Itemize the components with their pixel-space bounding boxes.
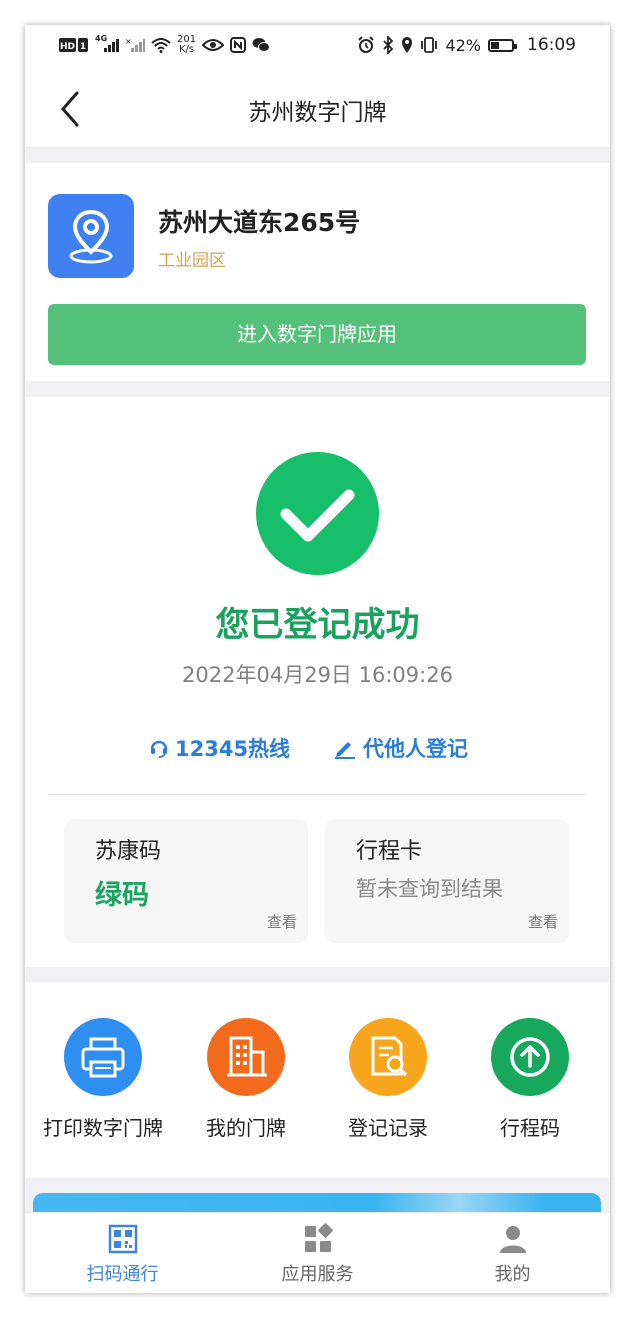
battery-fill <box>491 41 499 49</box>
trip-card[interactable]: 行程卡 暂未查询到结果 查看 <box>325 819 569 943</box>
status-right: 42% 16:09 <box>357 35 576 55</box>
headset-icon <box>150 740 168 758</box>
service-label: 我的门牌 <box>206 1116 286 1140</box>
tab-scan-pass[interactable]: 扫码通行 <box>25 1213 220 1293</box>
registration-card: 您已登记成功 2022年04月29日 16:09:26 12345热线 代他人登… <box>25 397 610 967</box>
health-code-value: 绿码 <box>95 880 149 911</box>
bottom-tab-bar: 扫码通行 应用服务 我的 <box>25 1212 610 1293</box>
service-label: 打印数字门牌 <box>43 1116 163 1140</box>
address-zone: 工业园区 <box>158 251 226 271</box>
alarm-icon <box>357 36 375 54</box>
upload-arrow-icon <box>491 1018 569 1096</box>
svg-text:1: 1 <box>80 42 86 52</box>
apps-grid-icon <box>302 1223 334 1255</box>
service-label: 登记记录 <box>348 1116 428 1140</box>
health-code-title: 苏康码 <box>95 839 162 864</box>
phone-screen: HD 1 4G × 201 K/s 42% 16:09 苏州数字门牌 苏州大道东… <box>25 25 610 1293</box>
address-card: 苏州大道东265号 工业园区 进入数字门牌应用 <box>25 163 610 381</box>
nfc-icon <box>230 37 247 53</box>
eye-icon <box>202 38 225 52</box>
service-records[interactable]: 登记记录 <box>318 1018 458 1148</box>
speed-unit: K/s <box>178 44 195 55</box>
trip-card-title: 行程卡 <box>356 839 423 864</box>
status-bar: HD 1 4G × 201 K/s 42% 16:09 <box>25 25 610 69</box>
health-code-card[interactable]: 苏康码 绿码 查看 <box>64 819 308 943</box>
document-search-icon <box>349 1018 427 1096</box>
enter-app-button[interactable]: 进入数字门牌应用 <box>48 304 586 365</box>
service-my-plate[interactable]: 我的门牌 <box>176 1018 316 1148</box>
svg-text:HD: HD <box>60 42 75 52</box>
pencil-icon <box>335 742 355 759</box>
divider <box>48 794 586 795</box>
user-icon <box>497 1223 529 1255</box>
network-speed: 201 K/s <box>177 35 196 55</box>
health-code-view-link[interactable]: 查看 <box>267 911 297 932</box>
registration-timestamp: 2022年04月29日 16:09:26 <box>182 663 453 687</box>
action-links: 12345热线 代他人登记 <box>25 733 610 767</box>
tab-label: 扫码通行 <box>86 1264 159 1285</box>
page-title: 苏州数字门牌 <box>248 100 387 126</box>
address-name: 苏州大道东265号 <box>158 208 361 237</box>
tab-label: 应用服务 <box>281 1264 354 1285</box>
hd-badge-icon: HD 1 <box>59 37 89 53</box>
trip-card-value: 暂未查询到结果 <box>356 877 503 901</box>
network-type-label: 4G <box>95 34 108 43</box>
clock: 16:09 <box>527 35 576 55</box>
success-message: 您已登记成功 <box>215 605 420 645</box>
battery-percent: 42% <box>445 35 481 55</box>
success-check-icon <box>256 452 379 575</box>
svg-text:×: × <box>125 37 132 46</box>
service-print-plate[interactable]: 打印数字门牌 <box>33 1018 173 1148</box>
cell-signal-icon: 4G <box>95 34 119 53</box>
tab-label: 我的 <box>494 1264 531 1285</box>
hotline-link[interactable]: 12345热线 <box>149 733 290 763</box>
register-other-label: 代他人登记 <box>363 737 468 761</box>
building-icon <box>207 1018 285 1096</box>
bluetooth-icon <box>382 36 394 54</box>
wechat-icon <box>252 37 271 53</box>
trip-card-view-link[interactable]: 查看 <box>528 911 558 932</box>
location-icon <box>401 36 413 54</box>
hotline-label: 12345热线 <box>175 737 291 761</box>
wifi-icon <box>151 37 171 53</box>
register-other-link[interactable]: 代他人登记 <box>333 733 468 763</box>
status-left: HD 1 4G × 201 K/s <box>59 34 271 55</box>
services-row: 打印数字门牌 我的门牌 登记记录 行程码 <box>25 982 610 1178</box>
service-trip-code[interactable]: 行程码 <box>460 1018 600 1148</box>
printer-icon <box>64 1018 142 1096</box>
tab-app-services[interactable]: 应用服务 <box>220 1213 415 1293</box>
location-pin-icon <box>48 194 134 278</box>
service-label: 行程码 <box>500 1116 560 1140</box>
vibrate-icon <box>420 36 438 54</box>
qr-code-icon <box>107 1223 139 1255</box>
cell-signal-2-icon: × <box>125 37 145 53</box>
battery-icon <box>488 38 517 52</box>
tab-mine[interactable]: 我的 <box>415 1213 610 1293</box>
nav-header: 苏州数字门牌 <box>25 69 610 148</box>
